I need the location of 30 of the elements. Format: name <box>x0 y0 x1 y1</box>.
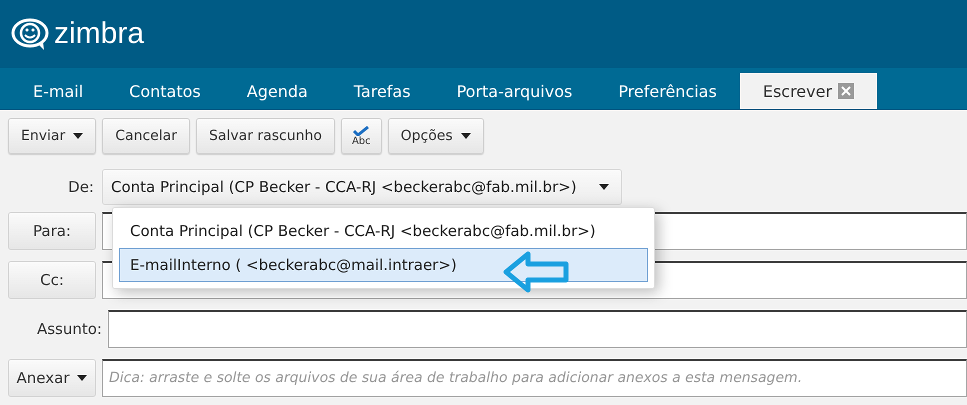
recipient-button[interactable]: Para: <box>8 212 96 250</box>
caret-icon <box>460 133 471 139</box>
checkmark-icon <box>353 126 370 136</box>
from-label: De: <box>67 178 95 196</box>
tab[interactable]: Tarefas <box>330 73 434 109</box>
tab[interactable]: Preferências <box>595 73 740 109</box>
subject-label: Assunto: <box>36 320 102 338</box>
tab[interactable]: E-mail <box>10 73 106 109</box>
logo-text: zimbra <box>54 17 144 51</box>
caret-icon <box>598 184 609 190</box>
toolbar-button[interactable]: Cancelar <box>102 118 190 154</box>
caret-icon <box>77 374 88 380</box>
from-select[interactable]: Conta Principal (CP Becker - CCA-RJ <beckerabc@fab.mil.br>) <box>102 169 622 205</box>
menu-button[interactable]: Enviar <box>8 118 96 154</box>
input-field[interactable]: Dica: arraste e solte os arquivos de sua área de trabalho para adicionar anexos a esta mensagem. <box>102 358 967 396</box>
menu-option[interactable]: Conta Principal (CP Becker - CCA-RJ <beckerabc@fab.mil.br>) <box>119 214 648 248</box>
smiley-logo-icon <box>10 17 50 51</box>
close-icon[interactable] <box>838 83 854 99</box>
input-field[interactable] <box>108 310 967 348</box>
caret-icon <box>73 133 84 139</box>
toolbar-button[interactable]: Salvar rascunho <box>196 118 335 154</box>
menu-option[interactable]: E-mailInterno ( <beckerabc@mail.intraer>) <box>119 248 648 282</box>
attach-button[interactable]: Anexar <box>8 358 96 396</box>
tab[interactable]: Agenda <box>224 73 331 109</box>
tab[interactable]: Contatos <box>106 73 224 109</box>
spellcheck-button[interactable]: Abc <box>340 118 382 154</box>
menu-button[interactable]: Opções <box>388 118 484 154</box>
tab[interactable]: Porta-arquivos <box>434 73 596 109</box>
recipient-button[interactable]: Cc: <box>8 260 96 298</box>
tab[interactable]: Escrever <box>740 73 878 109</box>
